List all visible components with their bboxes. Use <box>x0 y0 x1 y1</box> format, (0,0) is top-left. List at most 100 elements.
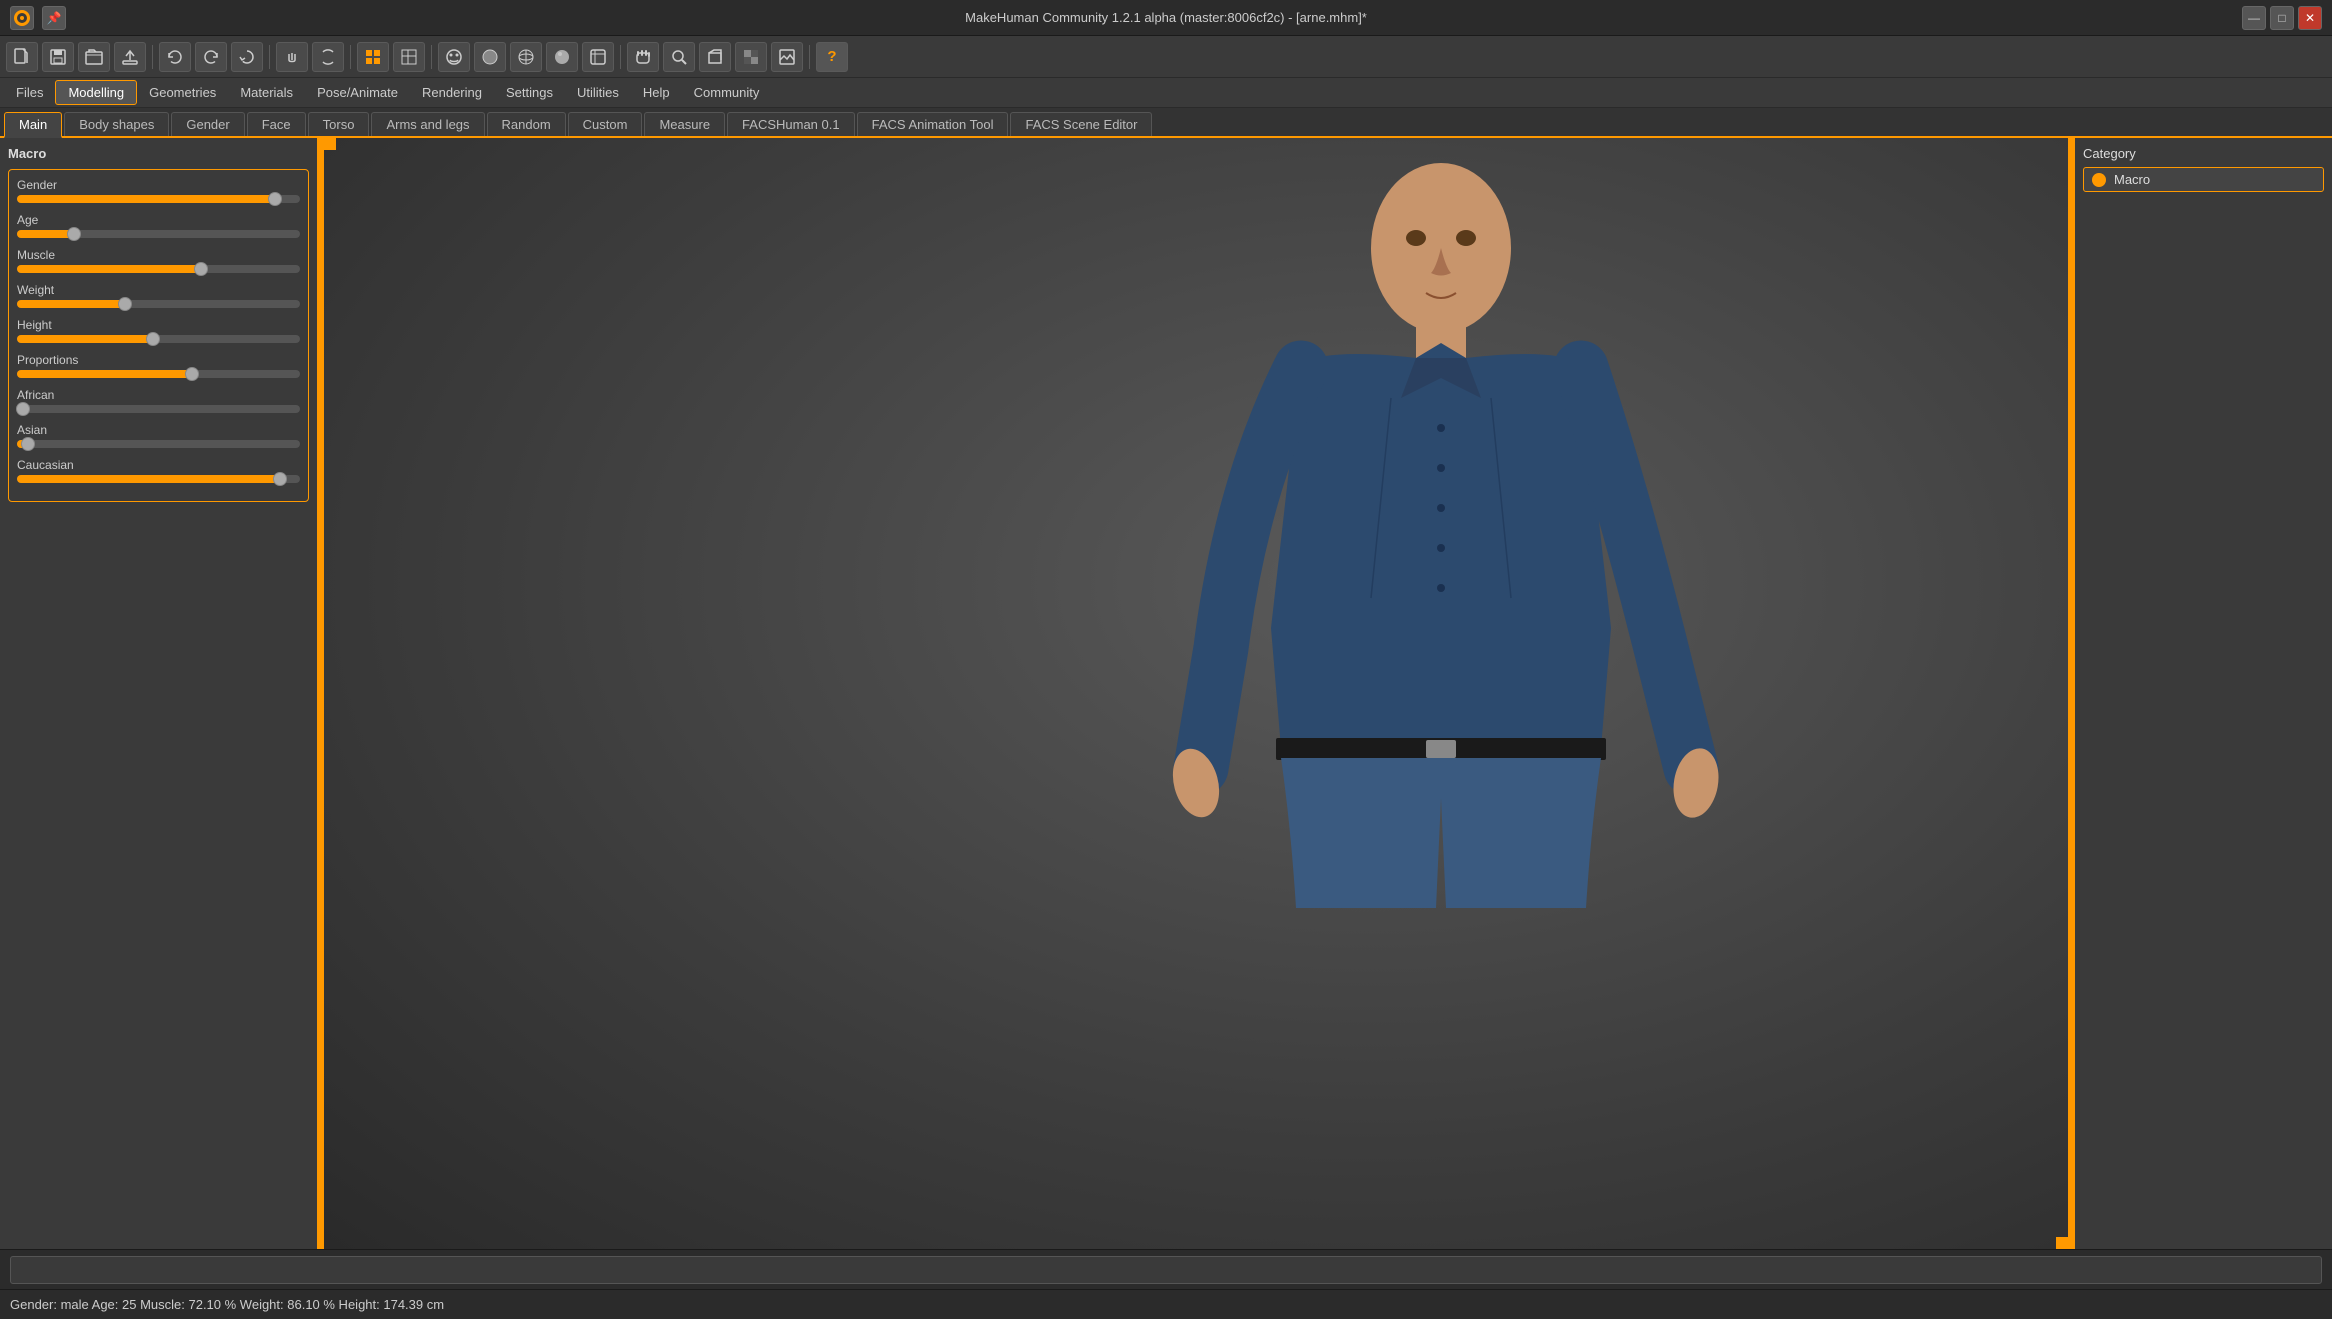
toolbar-texture[interactable] <box>582 42 614 72</box>
toolbar-alpha[interactable] <box>735 42 767 72</box>
slider-fill-weight <box>17 300 125 308</box>
toolbar-wire[interactable] <box>510 42 542 72</box>
close-button[interactable]: ✕ <box>2298 6 2322 30</box>
slider-label-proportions: Proportions <box>17 353 300 367</box>
menu-modelling[interactable]: Modelling <box>55 80 137 105</box>
toolbar-refresh[interactable] <box>231 42 263 72</box>
menu-geometries[interactable]: Geometries <box>137 81 228 104</box>
tab-facs-human[interactable]: FACSHuman 0.1 <box>727 112 855 136</box>
slider-track-age[interactable] <box>17 230 300 238</box>
slider-thumb-weight[interactable] <box>118 297 132 311</box>
toolbar-export[interactable] <box>114 42 146 72</box>
slider-label-caucasian: Caucasian <box>17 458 300 472</box>
toolbar-undo[interactable] <box>159 42 191 72</box>
slider-fill-height <box>17 335 153 343</box>
slider-label-weight: Weight <box>17 283 300 297</box>
slider-track-weight[interactable] <box>17 300 300 308</box>
minimize-button[interactable]: — <box>2242 6 2266 30</box>
slider-thumb-muscle[interactable] <box>194 262 208 276</box>
menubar: Files Modelling Geometries Materials Pos… <box>0 78 2332 108</box>
slider-thumb-height[interactable] <box>146 332 160 346</box>
slider-label-gender: Gender <box>17 178 300 192</box>
slider-thumb-gender[interactable] <box>268 192 282 206</box>
toolbar-bg[interactable] <box>771 42 803 72</box>
titlebar: 📌 MakeHuman Community 1.2.1 alpha (maste… <box>0 0 2332 36</box>
toolbar-solid[interactable] <box>546 42 578 72</box>
infobar: Gender: male Age: 25 Muscle: 72.10 % Wei… <box>0 1289 2332 1319</box>
category-macro[interactable]: Macro <box>2083 167 2324 192</box>
menu-community[interactable]: Community <box>682 81 772 104</box>
toolbar-sep-6 <box>809 45 810 69</box>
slider-track-height[interactable] <box>17 335 300 343</box>
menu-files[interactable]: Files <box>4 81 55 104</box>
slider-track-proportions[interactable] <box>17 370 300 378</box>
viewport-handle-tl <box>324 138 336 150</box>
slider-group-caucasian: Caucasian <box>17 458 300 483</box>
macro-title: Macro <box>8 146 309 161</box>
tab-facs-animation[interactable]: FACS Animation Tool <box>857 112 1009 136</box>
maximize-button[interactable]: □ <box>2270 6 2294 30</box>
slider-label-asian: Asian <box>17 423 300 437</box>
slider-thumb-asian[interactable] <box>21 437 35 451</box>
slider-fill-caucasian <box>17 475 280 483</box>
toolbar-new[interactable] <box>6 42 38 72</box>
slider-group-african: African <box>17 388 300 413</box>
toolbar-hands[interactable] <box>627 42 659 72</box>
slider-track-asian[interactable] <box>17 440 300 448</box>
menu-pose-animate[interactable]: Pose/Animate <box>305 81 410 104</box>
menu-settings[interactable]: Settings <box>494 81 565 104</box>
slider-fill-muscle <box>17 265 201 273</box>
tab-body-shapes[interactable]: Body shapes <box>64 112 169 136</box>
slider-group-height: Height <box>17 318 300 343</box>
menu-rendering[interactable]: Rendering <box>410 81 494 104</box>
viewport-handle-br <box>2056 1237 2068 1249</box>
toolbar-face[interactable] <box>438 42 470 72</box>
toolbar-zoom[interactable] <box>663 42 695 72</box>
macro-section: Gender Age Muscle <box>8 169 309 502</box>
menu-materials[interactable]: Materials <box>228 81 305 104</box>
toolbar-smooth[interactable] <box>474 42 506 72</box>
slider-track-caucasian[interactable] <box>17 475 300 483</box>
slider-thumb-caucasian[interactable] <box>273 472 287 486</box>
viewport[interactable] <box>324 138 2068 1249</box>
category-macro-label: Macro <box>2114 172 2150 187</box>
tab-gender[interactable]: Gender <box>171 112 244 136</box>
slider-thumb-age[interactable] <box>67 227 81 241</box>
toolbar-rotate[interactable] <box>312 42 344 72</box>
tab-facs-scene[interactable]: FACS Scene Editor <box>1010 112 1152 136</box>
slider-fill-age <box>17 230 74 238</box>
toolbar-sep-3 <box>350 45 351 69</box>
menu-utilities[interactable]: Utilities <box>565 81 631 104</box>
menu-help[interactable]: Help <box>631 81 682 104</box>
tab-custom[interactable]: Custom <box>568 112 643 136</box>
slider-track-african[interactable] <box>17 405 300 413</box>
tab-measure[interactable]: Measure <box>644 112 725 136</box>
toolbar-grab[interactable] <box>276 42 308 72</box>
tab-face[interactable]: Face <box>247 112 306 136</box>
slider-label-age: Age <box>17 213 300 227</box>
slider-thumb-african[interactable] <box>16 402 30 416</box>
content-area: Macro Gender Age <box>0 138 2332 1249</box>
category-dot-macro <box>2092 173 2106 187</box>
tab-arms-legs[interactable]: Arms and legs <box>371 112 484 136</box>
tab-torso[interactable]: Torso <box>308 112 370 136</box>
toolbar-redo[interactable] <box>195 42 227 72</box>
tab-main[interactable]: Main <box>4 112 62 138</box>
toolbar-help[interactable]: ? <box>816 42 848 72</box>
tab-random[interactable]: Random <box>487 112 566 136</box>
toolbar-box[interactable] <box>699 42 731 72</box>
toolbar: ? <box>0 36 2332 78</box>
toolbar-save[interactable] <box>42 42 74 72</box>
tabs-bar: Main Body shapes Gender Face Torso Arms … <box>0 108 2332 138</box>
status-input[interactable] <box>10 1256 2322 1284</box>
slider-track-gender[interactable] <box>17 195 300 203</box>
slider-thumb-proportions[interactable] <box>185 367 199 381</box>
slider-fill-proportions <box>17 370 192 378</box>
app: 📌 MakeHuman Community 1.2.1 alpha (maste… <box>0 0 2332 1319</box>
toolbar-grid2[interactable] <box>393 42 425 72</box>
toolbar-load[interactable] <box>78 42 110 72</box>
titlebar-controls: — □ ✕ <box>2242 6 2322 30</box>
toolbar-grid1[interactable] <box>357 42 389 72</box>
slider-track-muscle[interactable] <box>17 265 300 273</box>
pin-button[interactable]: 📌 <box>42 6 66 30</box>
